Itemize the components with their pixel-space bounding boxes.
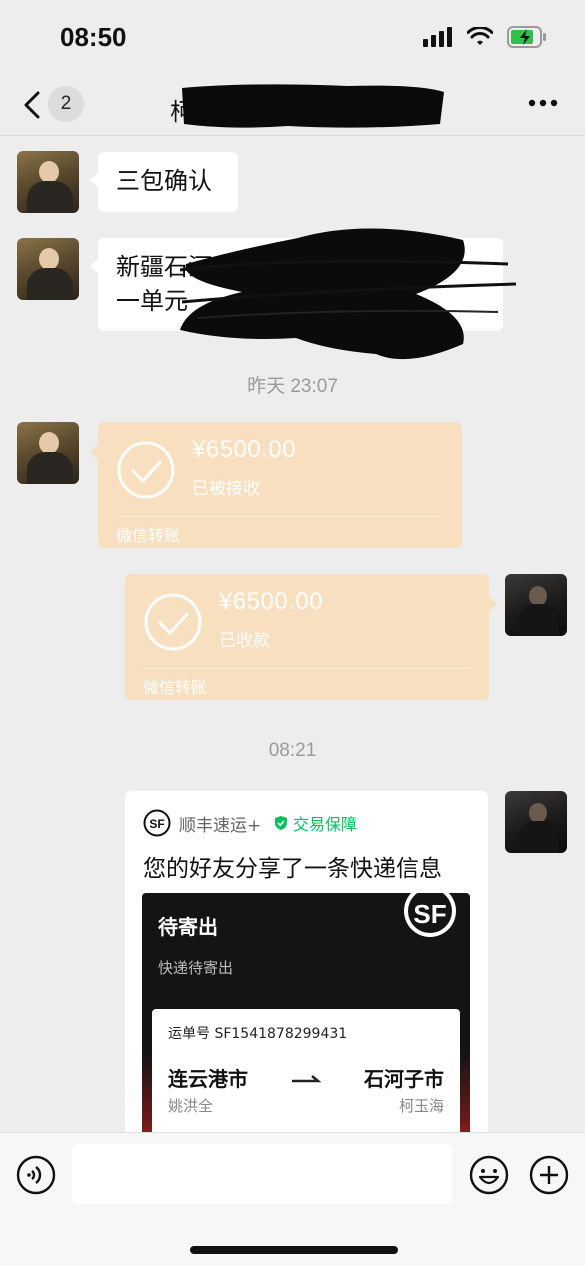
transfer-status: 已收款	[219, 631, 270, 651]
origin-city: 连云港市	[168, 1067, 248, 1091]
guarantee-label: 交易保障	[293, 815, 358, 834]
sf-logo-icon: SF	[404, 893, 456, 937]
voice-icon[interactable]	[16, 1155, 56, 1195]
title-redaction	[182, 84, 444, 128]
back-icon[interactable]	[20, 90, 46, 120]
address-redaction	[179, 228, 517, 360]
share-title: 您的好友分享了一条快递信息	[143, 856, 442, 882]
guarantee-badge: 交易保障	[273, 811, 357, 835]
battery-icon	[507, 26, 546, 48]
source-name: 顺丰速运+	[179, 816, 262, 836]
contact-avatar[interactable]	[17, 151, 79, 213]
message-bubble[interactable]: 三包确认	[90, 152, 238, 212]
express-share-card[interactable]: SF 顺丰速运+ 交易保障 您的好友分享了一条快递信息 待寄出 快递待寄出 SF…	[125, 791, 488, 1132]
waybill-panel: 运单号 SF1541878299431 连云港市 石河子市 姚洪全 柯玉海	[152, 1009, 460, 1132]
shield-icon	[275, 816, 287, 830]
check-circle-icon	[144, 593, 202, 651]
route-arrow-icon	[292, 1075, 322, 1083]
more-icon[interactable]	[527, 96, 559, 110]
divider	[116, 516, 444, 517]
home-indicator	[190, 1246, 398, 1254]
express-status-card[interactable]: 待寄出 快递待寄出 SF 运单号 SF1541878299431 连云港市 石河…	[142, 893, 470, 1132]
emoji-icon[interactable]	[469, 1155, 509, 1195]
svg-text:SF: SF	[149, 817, 164, 831]
sf-logo-icon: SF	[143, 809, 171, 837]
waybill-row: 运单号 SF1541878299431	[168, 1023, 347, 1043]
check-circle-icon	[117, 441, 175, 499]
contact-avatar[interactable]	[17, 422, 79, 484]
message-text: 三包确认	[116, 167, 212, 195]
my-avatar[interactable]	[505, 574, 567, 636]
wifi-icon	[467, 27, 493, 45]
transfer-status: 已被接收	[192, 479, 260, 499]
timestamp: 昨天 23:07	[247, 376, 338, 397]
status-icons	[423, 26, 547, 48]
destination-city: 石河子市	[364, 1067, 444, 1091]
signal-icon	[423, 27, 452, 47]
waybill-number: SF1541878299431	[214, 1026, 348, 1042]
divider	[143, 668, 471, 669]
transfer-card-received[interactable]: ¥6500.00 已被接收 微信转账	[90, 422, 462, 548]
transfer-label: 微信转账	[143, 678, 208, 697]
waybill-label: 运单号	[168, 1026, 210, 1042]
my-avatar[interactable]	[505, 791, 567, 853]
status-bar: 08:50	[0, 0, 585, 78]
transfer-label: 微信转账	[116, 526, 181, 545]
plus-icon[interactable]	[529, 1155, 569, 1195]
timestamp: 08:21	[268, 740, 317, 761]
recipient-name: 柯玉海	[398, 1097, 444, 1115]
message-input[interactable]	[72, 1144, 452, 1204]
express-status: 待寄出	[158, 915, 218, 939]
transfer-amount: ¥6500.00	[192, 436, 297, 463]
status-time: 08:50	[60, 22, 127, 52]
transfer-card-collected[interactable]: ¥6500.00 已收款 微信转账	[125, 574, 497, 700]
transfer-amount: ¥6500.00	[219, 588, 324, 615]
express-sub-status: 快递待寄出	[158, 959, 234, 977]
unread-badge[interactable]: 2	[48, 86, 84, 122]
svg-text:SF: SF	[413, 899, 446, 929]
nav-bar: 2 柯	[0, 78, 585, 136]
chat-area[interactable]: 三包确认 新疆石河子市 一单元 昨天 23:07 ¥6500.00 已被接收 微…	[0, 137, 585, 1132]
chat-title: 柯	[168, 80, 448, 132]
sender-name: 姚洪全	[168, 1097, 214, 1115]
contact-avatar[interactable]	[17, 238, 79, 300]
